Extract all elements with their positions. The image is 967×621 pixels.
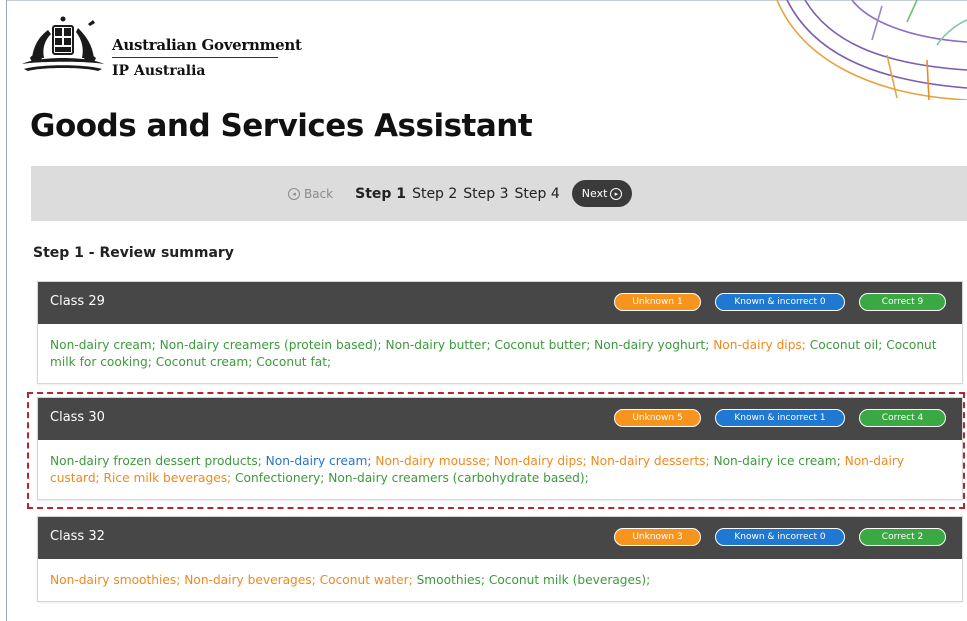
class-terms-list: Non-dairy smoothies; Non-dairy beverages…: [38, 559, 962, 601]
known-incorrect-count-badge[interactable]: Known & incorrect 0: [715, 528, 845, 546]
goods-term-correct: Non-dairy creamers (protein based);: [159, 338, 382, 352]
decorative-arcs-graphic: [776, 0, 967, 100]
correct-count-badge[interactable]: Correct 2: [859, 528, 946, 546]
goods-term-correct: Coconut milk (beverages);: [488, 573, 651, 587]
header-divider: [112, 57, 278, 58]
class-title: Class 32: [50, 529, 105, 544]
frame-left-border: [6, 0, 7, 621]
correct-count-badge[interactable]: Correct 9: [859, 293, 946, 311]
goods-term-correct: Non-dairy yoghurt;: [594, 338, 710, 352]
back-button[interactable]: ◂ Back: [288, 187, 333, 201]
class-card-32: Class 32 Unknown 3 Known & incorrect 0 C…: [37, 516, 963, 602]
goods-term-correct: Coconut oil;: [809, 338, 883, 352]
goods-term-unknown: Non-dairy beverages;: [184, 573, 316, 587]
goods-term-correct: Coconut butter;: [494, 338, 591, 352]
known-incorrect-count-badge[interactable]: Known & incorrect 0: [715, 293, 845, 311]
goods-term-unknown: Non-dairy smoothies;: [50, 573, 181, 587]
page-title: Goods and Services Assistant: [30, 108, 533, 144]
goods-term-correct: Non-dairy cream;: [50, 338, 156, 352]
unknown-count-badge[interactable]: Unknown 3: [614, 528, 701, 546]
government-name: Australian Government: [112, 36, 302, 54]
step-navigation-bar: ◂ Back Step 1 Step 2 Step 3 Step 4 Next …: [31, 166, 967, 221]
goods-term-correct: Non-dairy butter;: [385, 338, 491, 352]
class-title: Class 29: [50, 294, 105, 309]
coat-of-arms-logo: [22, 16, 104, 71]
unknown-count-badge[interactable]: Unknown 1: [614, 293, 701, 311]
class-card-29: Class 29 Unknown 1 Known & incorrect 0 C…: [37, 281, 963, 384]
class-terms-list: Non-dairy cream; Non-dairy creamers (pro…: [38, 324, 962, 383]
next-button[interactable]: Next ▸: [571, 180, 633, 207]
class-card-header: Class 29 Unknown 1 Known & incorrect 0 C…: [38, 282, 962, 324]
back-arrow-icon: ◂: [288, 187, 300, 200]
step-2-link[interactable]: Step 2: [412, 186, 457, 202]
goods-term-correct: Smoothies;: [416, 573, 485, 587]
next-arrow-icon: ▸: [610, 187, 623, 200]
back-label: Back: [304, 186, 334, 201]
section-title: Step 1 - Review summary: [33, 245, 234, 261]
goods-term-unknown: Coconut water;: [319, 573, 413, 587]
government-header: Australian Government IP Australia: [18, 14, 302, 84]
highlight-annotation-box: [27, 392, 965, 509]
goods-term-unknown: Non-dairy dips;: [713, 338, 806, 352]
next-label: Next: [581, 187, 608, 200]
goods-term-correct: Coconut fat;: [256, 355, 332, 369]
step-4-link[interactable]: Step 4: [515, 186, 560, 202]
class-card-header: Class 32 Unknown 3 Known & incorrect 0 C…: [38, 517, 962, 559]
goods-term-correct: Coconut cream;: [155, 355, 253, 369]
agency-name: IP Australia: [112, 63, 206, 79]
step-1-link[interactable]: Step 1: [355, 186, 406, 202]
step-3-link[interactable]: Step 3: [463, 186, 508, 202]
